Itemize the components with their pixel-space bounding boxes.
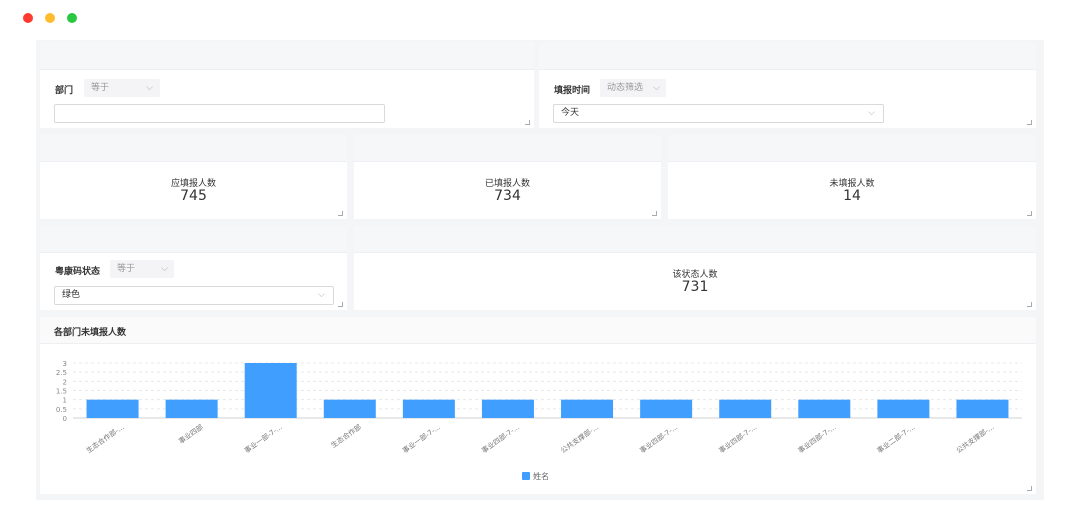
- y-tick-label: 2.5: [56, 369, 67, 377]
- y-tick-label: 0: [63, 415, 67, 423]
- x-tick-label: 公共支撑部-...: [954, 422, 995, 455]
- department-operator-select[interactable]: 等于 ⌵: [84, 79, 160, 97]
- x-tick-label: 事业四部-7-...: [480, 422, 521, 455]
- fill-time-filter-panel: 填报时间 动态筛选 ⌵ 今天 ⌵: [539, 42, 1036, 128]
- chevron-down-icon: ⌵: [318, 290, 325, 300]
- y-tick-label: 3: [63, 360, 67, 368]
- health-code-filter-panel: 粤康码状态 等于 ⌵ 绿色 ⌵: [40, 226, 347, 310]
- legend-label: 姓名: [533, 472, 549, 481]
- health-code-value: 绿色: [62, 290, 81, 300]
- panel-header: [539, 42, 1036, 70]
- kpi-not-filled-panel: 未填报人数 14: [668, 135, 1036, 219]
- chevron-down-icon: ⌵: [161, 264, 168, 274]
- kpi-status-count-panel: 该状态人数 731: [354, 226, 1036, 310]
- bar[interactable]: [323, 399, 376, 418]
- kpi-value: 734: [494, 188, 521, 204]
- health-code-select[interactable]: 绿色 ⌵: [54, 286, 334, 305]
- bar[interactable]: [719, 399, 772, 418]
- x-tick-label: 公共支撑部-...: [559, 422, 600, 455]
- resize-handle-icon[interactable]: [338, 302, 343, 307]
- x-tick-label: 事业四部-7-...: [638, 422, 679, 455]
- resize-handle-icon[interactable]: [1027, 302, 1032, 307]
- resize-handle-icon[interactable]: [338, 211, 343, 216]
- department-input[interactable]: [54, 104, 385, 123]
- department-filter-label: 部门: [55, 86, 74, 96]
- bar[interactable]: [481, 399, 534, 418]
- kpi-value: 745: [180, 188, 207, 204]
- minimize-dot[interactable]: [45, 13, 55, 23]
- panel-header: [40, 226, 347, 253]
- bar[interactable]: [561, 399, 614, 418]
- x-tick-label: 生态合作部: [329, 422, 363, 449]
- y-tick-label: 2: [63, 378, 67, 386]
- resize-handle-icon[interactable]: [1027, 120, 1032, 125]
- y-tick-label: 1.5: [56, 388, 67, 396]
- chart-legend[interactable]: 姓名: [522, 471, 549, 482]
- panel-header: [354, 226, 1036, 253]
- health-code-operator-select[interactable]: 等于 ⌵: [110, 260, 174, 278]
- kpi-should-fill-panel: 应填报人数 745: [40, 135, 347, 219]
- x-tick-label: 事业一部-7-...: [242, 422, 283, 455]
- x-tick-label: 生态合作部-...: [84, 422, 125, 455]
- fill-time-filter-label: 填报时间: [554, 86, 591, 96]
- panel-header: [40, 42, 534, 70]
- unfilled-by-department-chart-panel: 各部门未填报人数 0 0.5 1 1.5 2 2.5 3 生态合作部-... 事业四部 事业一部-…: [40, 317, 1036, 494]
- x-tick-label: 事业二部-7-...: [875, 422, 916, 455]
- resize-handle-icon[interactable]: [525, 120, 530, 125]
- kpi-filled-panel: 已填报人数 734: [354, 135, 661, 219]
- resize-handle-icon[interactable]: [1027, 211, 1032, 216]
- bar[interactable]: [402, 399, 455, 418]
- health-code-filter-label: 粤康码状态: [55, 267, 101, 277]
- operator-value: 等于: [91, 83, 110, 93]
- close-dot[interactable]: [23, 13, 33, 23]
- chart-title: 各部门未填报人数: [54, 328, 127, 338]
- resize-handle-icon[interactable]: [1027, 486, 1032, 491]
- fill-time-operator-select[interactable]: 动态筛选 ⌵: [600, 79, 666, 97]
- department-filter-panel: 部门 等于 ⌵: [40, 42, 534, 128]
- fill-time-value: 今天: [561, 108, 580, 118]
- kpi-value: 14: [843, 188, 861, 204]
- bar[interactable]: [956, 399, 1009, 418]
- legend-swatch: [522, 472, 530, 480]
- bar[interactable]: [244, 363, 297, 418]
- bar[interactable]: [86, 399, 139, 418]
- fill-time-select[interactable]: 今天 ⌵: [553, 104, 884, 123]
- x-tick-label: 事业四部: [177, 422, 205, 445]
- chevron-down-icon: ⌵: [653, 83, 660, 93]
- bar[interactable]: [798, 399, 851, 418]
- bar[interactable]: [640, 399, 693, 418]
- panel-header: [668, 135, 1036, 162]
- dashboard-canvas: 部门 等于 ⌵ 填报时间 动态筛选 ⌵ 今天 ⌵ 应填报人数 745 已填报人数…: [36, 40, 1044, 500]
- x-tick-label: 事业一部-7-...: [401, 422, 442, 455]
- maximize-dot[interactable]: [67, 13, 77, 23]
- panel-header: [40, 317, 1036, 344]
- panel-header: [40, 135, 347, 162]
- bar[interactable]: [165, 399, 218, 418]
- y-tick-label: 0.5: [56, 406, 67, 414]
- chevron-down-icon: ⌵: [146, 83, 153, 93]
- chevron-down-icon: ⌵: [868, 108, 875, 118]
- y-tick-label: 1: [63, 397, 67, 405]
- bar[interactable]: [877, 399, 930, 418]
- operator-value: 动态筛选: [607, 83, 644, 93]
- x-tick-label: 事业四部-7-...: [796, 422, 837, 455]
- resize-handle-icon[interactable]: [652, 211, 657, 216]
- kpi-value: 731: [681, 279, 709, 295]
- panel-header: [354, 135, 661, 162]
- x-tick-label: 事业四部-7-...: [717, 422, 758, 455]
- operator-value: 等于: [117, 264, 136, 274]
